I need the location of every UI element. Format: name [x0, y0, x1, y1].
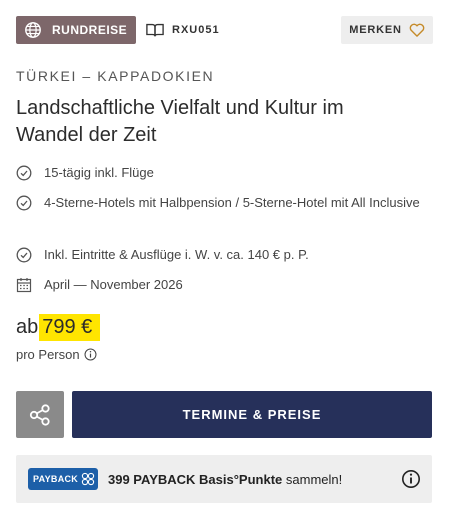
share-button[interactable] [16, 391, 64, 438]
payback-points-bold: 399 PAYBACK Basis°Punkte [108, 471, 283, 487]
feature-item: 4-Sterne-Hotels mit Halbpension / 5-Ster… [16, 192, 426, 214]
dates-prices-button[interactable]: TERMINE & PREISE [72, 391, 432, 438]
heart-icon [409, 23, 425, 37]
feature-text: 15-tägig inkl. Flüge [44, 165, 154, 180]
feature-text: 4-Sterne-Hotels mit Halbpension / 5-Ster… [44, 195, 420, 210]
category-badge: RUNDREISE [16, 16, 136, 44]
check-circle-icon [16, 247, 32, 263]
price-prefix: ab [16, 316, 39, 338]
feature-text: April — November 2026 [44, 277, 183, 292]
region-label: TÜRKEI – KAPPADOKIEN [16, 68, 215, 84]
check-circle-icon [16, 195, 32, 211]
feature-item: April — November 2026 [16, 274, 183, 296]
payback-points: 399 PAYBACK Basis°Punkte sammeln! [108, 472, 342, 487]
payback-points-rest: sammeln! [282, 471, 343, 487]
per-person-label: pro Person [16, 347, 80, 362]
globe-icon [25, 22, 41, 38]
trip-code: RXU051 [146, 16, 220, 44]
feature-text: Inkl. Eintritte & Ausflüge i. W. v. ca. … [44, 247, 309, 262]
feature-item: Inkl. Eintritte & Ausflüge i. W. v. ca. … [16, 244, 309, 266]
info-icon[interactable] [401, 469, 421, 489]
trip-code-label: RXU051 [172, 24, 220, 36]
trip-title[interactable]: Landschaftliche Vielfalt und Kultur im W… [16, 95, 416, 149]
info-icon[interactable] [84, 348, 97, 361]
top-bar: RUNDREISE RXU051 MERKEN [16, 16, 433, 44]
feature-item: 15-tägig inkl. Flüge [16, 162, 154, 184]
calendar-icon [16, 278, 32, 293]
price-value: 799 € [39, 314, 101, 341]
category-label: RUNDREISE [52, 23, 128, 37]
bookmark-label: MERKEN [349, 24, 402, 36]
share-icon [29, 403, 50, 426]
per-person: pro Person [16, 347, 97, 362]
payback-logo: PAYBACK [28, 468, 98, 490]
price: ab 799 € [16, 314, 101, 341]
book-icon [146, 23, 164, 37]
payback-banner: PAYBACK 399 PAYBACK Basis°Punkte sammeln… [16, 455, 432, 503]
payback-logo-text: PAYBACK [33, 474, 79, 484]
bookmark-button[interactable]: MERKEN [341, 16, 433, 44]
check-circle-icon [16, 165, 32, 181]
payback-dots-icon [81, 472, 95, 486]
